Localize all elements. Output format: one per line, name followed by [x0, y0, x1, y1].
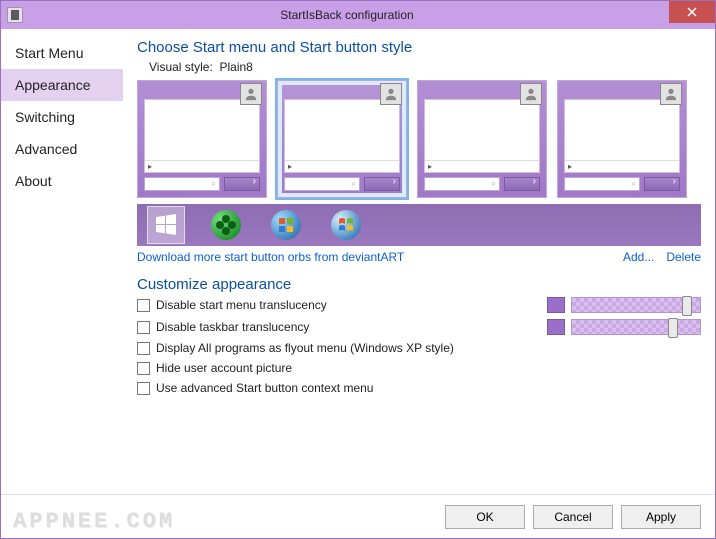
section-heading-style: Choose Start menu and Start button style: [137, 39, 701, 56]
avatar-icon: [240, 83, 262, 105]
taskbar-translucency-slider[interactable]: [571, 319, 701, 335]
orb-windows7-glossy[interactable]: [327, 206, 365, 244]
avatar-icon: [380, 83, 402, 105]
checkbox-hide-picture[interactable]: [137, 362, 150, 375]
clover-icon: [211, 210, 241, 240]
option-label: Hide user account picture: [156, 361, 292, 375]
avatar-icon: [660, 83, 682, 105]
sidebar-item-about[interactable]: About: [1, 165, 123, 197]
option-row-advanced-context: Use advanced Start button context menu: [137, 381, 701, 395]
watermark: APPNEE.COM: [13, 509, 175, 534]
option-row-hide-picture: Hide user account picture: [137, 361, 701, 375]
checkbox-disable-menu-translucency[interactable]: [137, 299, 150, 312]
menu-color-swatch[interactable]: [547, 297, 565, 313]
avatar-icon: [520, 83, 542, 105]
section-heading-customize: Customize appearance: [137, 276, 701, 293]
windows-flag-icon: [278, 217, 294, 233]
app-icon: [7, 7, 23, 23]
visual-style-label: Visual style:: [149, 60, 213, 74]
ok-button[interactable]: OK: [445, 505, 525, 529]
sidebar-item-start-menu[interactable]: Start Menu: [1, 37, 123, 69]
orb-windows8[interactable]: [147, 206, 185, 244]
visual-style-line: Visual style: Plain8: [149, 60, 701, 74]
option-label: Disable taskbar translucency: [156, 320, 309, 334]
option-row-translucency-taskbar: Disable taskbar translucency: [137, 319, 701, 335]
add-orb-link[interactable]: Add...: [623, 250, 654, 264]
close-button[interactable]: [669, 1, 715, 23]
style-thumbnail-2[interactable]: ▸ ⌕: [277, 80, 407, 198]
style-thumbnails-row: ▸ ⌕ ▸ ⌕ ▸ ⌕ ▸ ⌕: [137, 80, 701, 198]
delete-orb-link[interactable]: Delete: [666, 250, 701, 264]
option-row-flyout: Display All programs as flyout menu (Win…: [137, 341, 701, 355]
titlebar: StartIsBack configuration: [1, 1, 715, 29]
style-thumbnail-3[interactable]: ▸ ⌕: [417, 80, 547, 198]
sidebar-item-advanced[interactable]: Advanced: [1, 133, 123, 165]
option-label: Use advanced Start button context menu: [156, 381, 373, 395]
sidebar-item-switching[interactable]: Switching: [1, 101, 123, 133]
download-orbs-link[interactable]: Download more start button orbs from dev…: [137, 250, 404, 264]
taskbar-color-swatch[interactable]: [547, 319, 565, 335]
close-icon: [687, 7, 697, 17]
option-row-translucency-menu: Disable start menu translucency: [137, 297, 701, 313]
checkbox-disable-taskbar-translucency[interactable]: [137, 321, 150, 334]
style-thumbnail-1[interactable]: ▸ ⌕: [137, 80, 267, 198]
checkbox-advanced-context[interactable]: [137, 382, 150, 395]
menu-translucency-slider[interactable]: [571, 297, 701, 313]
windows-flag-icon: [338, 217, 354, 233]
option-label: Display All programs as flyout menu (Win…: [156, 341, 454, 355]
orb-clover[interactable]: [207, 206, 245, 244]
sidebar-item-appearance[interactable]: Appearance: [1, 69, 123, 101]
cancel-button[interactable]: Cancel: [533, 505, 613, 529]
sidebar: Start Menu Appearance Switching Advanced…: [1, 29, 123, 494]
window-title: StartIsBack configuration: [29, 8, 665, 22]
orb-links-row: Download more start button orbs from dev…: [137, 250, 701, 264]
windows-flag-icon: [154, 213, 178, 237]
style-thumbnail-4[interactable]: ▸ ⌕: [557, 80, 687, 198]
visual-style-value: Plain8: [219, 60, 252, 74]
dialog-footer: APPNEE.COM OK Cancel Apply: [1, 494, 715, 538]
orb-windows7-flat[interactable]: [267, 206, 305, 244]
apply-button[interactable]: Apply: [621, 505, 701, 529]
checkbox-flyout-menu[interactable]: [137, 342, 150, 355]
orb-bar: [137, 204, 701, 246]
option-label: Disable start menu translucency: [156, 298, 327, 312]
